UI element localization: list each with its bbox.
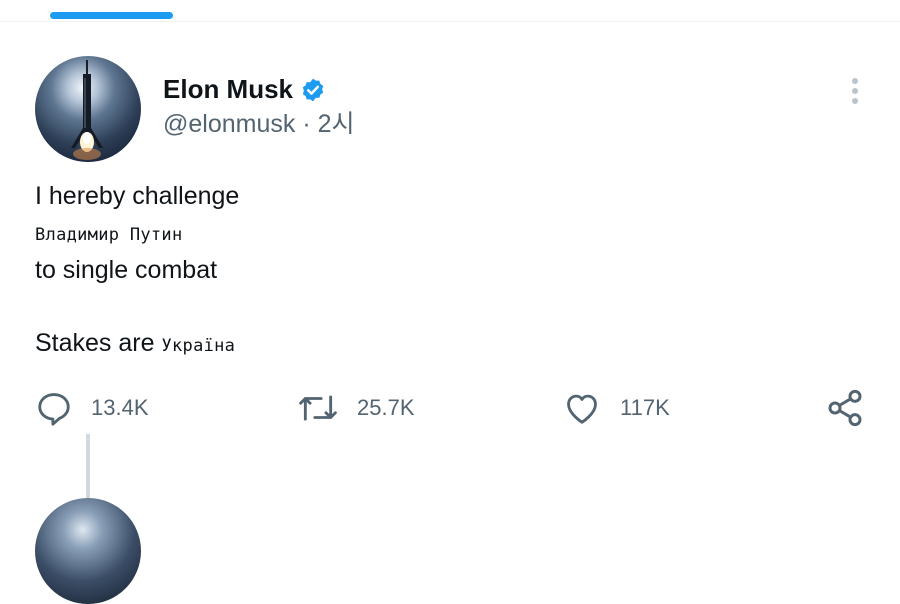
author-handle-line: @elonmusk · 2시 bbox=[163, 110, 355, 138]
tweet-text-line-4: Stakes are Україна bbox=[35, 328, 235, 361]
reply-icon bbox=[38, 393, 70, 426]
author-avatar[interactable] bbox=[35, 56, 141, 162]
tweet-text-ukraine: Україна bbox=[161, 336, 236, 356]
share-button[interactable] bbox=[825, 389, 865, 427]
retweet-icon bbox=[299, 395, 337, 421]
thread-connector-line bbox=[86, 434, 90, 498]
reply-author-avatar[interactable] bbox=[35, 498, 141, 604]
tweet-text-line-1: I hereby challenge bbox=[35, 182, 240, 210]
reply-count: 13.4K bbox=[91, 395, 149, 420]
heart-icon bbox=[567, 394, 597, 424]
more-options-icon[interactable] bbox=[845, 77, 865, 107]
active-tab-indicator bbox=[50, 12, 173, 19]
tweet-text-line-3: to single combat bbox=[35, 256, 218, 284]
retweet-button[interactable]: 25.7K bbox=[297, 389, 415, 427]
reply-button[interactable]: 13.4K bbox=[35, 389, 149, 427]
share-icon bbox=[828, 389, 862, 427]
verified-badge-icon bbox=[302, 78, 324, 102]
header-divider bbox=[0, 21, 900, 22]
like-count: 117K bbox=[620, 395, 670, 420]
tweet-text-stakes: Stakes are bbox=[35, 329, 155, 357]
retweet-count: 25.7K bbox=[357, 395, 415, 420]
tweet-text-line-2: Владимир Путин bbox=[35, 225, 183, 245]
rocket-launch-icon bbox=[71, 60, 103, 160]
author-display-name[interactable]: Elon Musk bbox=[163, 73, 293, 105]
like-button[interactable]: 117K bbox=[562, 389, 670, 427]
tweet-timestamp[interactable]: 2시 bbox=[318, 110, 355, 138]
author-handle[interactable]: @elonmusk bbox=[163, 110, 295, 138]
